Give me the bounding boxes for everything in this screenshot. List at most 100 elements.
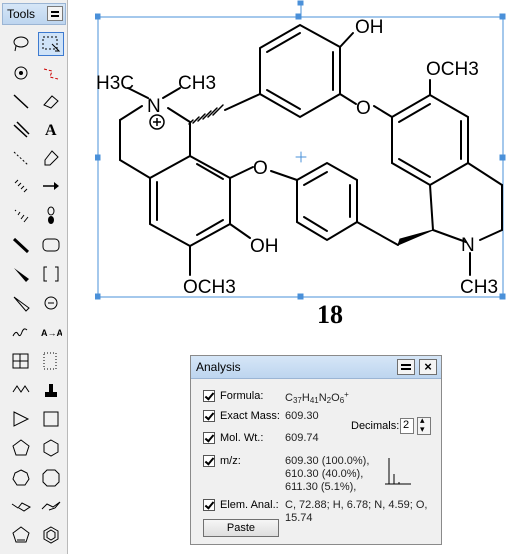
table-tool-button[interactable]: [8, 349, 34, 373]
tools-title: Tools: [7, 7, 36, 21]
atom-label-o-upper[interactable]: O: [356, 98, 371, 119]
atom-label-n-plus[interactable]: N: [147, 96, 161, 117]
marquee-tool-button[interactable]: [38, 32, 64, 56]
atom-label-h3c-left[interactable]: H3C: [96, 73, 134, 94]
bold-bond-tool-icon: [12, 237, 30, 254]
arrow-tool-icon: [43, 182, 59, 190]
rotate-tool-button[interactable]: [8, 61, 34, 85]
wedge-bond-tool-button[interactable]: [8, 262, 34, 286]
atom-map-tool-button[interactable]: A→A: [38, 320, 64, 344]
atom-label-och3-bottom[interactable]: OCH3: [183, 277, 236, 298]
dashed-bond-tool-button[interactable]: [8, 146, 34, 170]
hashed-wedge-tool-icon: [14, 209, 29, 223]
dotted-box-tool-button[interactable]: [38, 349, 64, 373]
octagon-ring-icon: [42, 469, 60, 487]
atom-label-oh-bottom[interactable]: OH: [250, 236, 279, 257]
mz-checkbox[interactable]: [203, 455, 215, 467]
paste-button[interactable]: Paste: [203, 519, 279, 537]
template-tool-button[interactable]: [38, 378, 64, 402]
svg-text:A→A: A→A: [41, 328, 62, 338]
rounded-rect-tool-button[interactable]: [38, 233, 64, 257]
marquee-tool-icon: [42, 36, 61, 52]
bracket-tool-icon: [43, 266, 59, 282]
aromatic-ring-left: [119, 87, 254, 276]
decimals-spinner[interactable]: [417, 415, 431, 435]
rounded-rect-tool-icon: [42, 238, 60, 252]
double-bond-tool-button[interactable]: [8, 117, 34, 141]
octagon-ring-button[interactable]: [38, 466, 64, 490]
cyclohexane-chair-2-icon: [41, 501, 61, 511]
hashed-wedge-bond: [188, 104, 224, 125]
wavy-bond-tool-icon: [12, 328, 28, 337]
double-bond-tool-icon: [13, 121, 30, 138]
decimals-label: Decimals:: [351, 420, 400, 432]
phenylene-ring: [270, 161, 399, 246]
pen-tool-icon: [44, 150, 59, 166]
exact-mass-value: 609.30: [285, 410, 319, 422]
formula-value: C37H41N2O6+: [285, 390, 349, 405]
svg-text:A: A: [45, 122, 57, 139]
square-ring-button[interactable]: [38, 407, 64, 431]
atom-label-o-left[interactable]: O: [253, 158, 268, 179]
analysis-title-bar[interactable]: Analysis ×: [191, 356, 441, 379]
dotted-box-tool-icon: [43, 352, 57, 370]
bold-bond-tool-button[interactable]: [8, 233, 34, 257]
hexagon-ring-icon: [43, 439, 59, 457]
lasso-tool-icon: [13, 36, 29, 52]
bracket-tool-button[interactable]: [38, 262, 64, 286]
lasso-tool-button[interactable]: [8, 32, 34, 56]
hollow-wedge-tool-button[interactable]: [8, 291, 34, 315]
solid-bond-tool-button[interactable]: [8, 89, 34, 113]
wavy-bond-tool-button[interactable]: [8, 320, 34, 344]
dashed-bond-tool-icon: [13, 151, 29, 166]
atom-map-tool-icon: A→A: [41, 328, 62, 338]
solid-bond-tool-icon: [13, 94, 29, 109]
chain-tool-icon: [12, 385, 30, 393]
tools-title-bar[interactable]: Tools: [2, 3, 66, 25]
triangle-ring-button[interactable]: [8, 407, 34, 431]
elem-anal-checkbox[interactable]: [203, 499, 215, 511]
chain-tool-button[interactable]: [8, 378, 34, 402]
analysis-window: Analysis × Formula: C37H41N2O6+ Exact Ma…: [190, 355, 442, 545]
structure-canvas[interactable]: OH OCH3 O H3C CH3 N O OH OCH3 N CH3: [95, 0, 515, 300]
palette-menu-button[interactable]: [47, 6, 63, 21]
cyclopentadiene-icon: [12, 526, 30, 543]
hashed-bond-tool-button[interactable]: [8, 174, 34, 198]
text-tool-button[interactable]: A: [38, 117, 64, 141]
cyclopentadiene-button[interactable]: [8, 523, 34, 547]
heptagon-ring-button[interactable]: [8, 466, 34, 490]
hashed-wedge-tool-button[interactable]: [8, 203, 34, 227]
selection-handles[interactable]: [95, 0, 506, 300]
pentagon-ring-button[interactable]: [8, 436, 34, 460]
elem-anal-label: Elem. Anal.:: [220, 499, 279, 511]
mol-wt-checkbox[interactable]: [203, 432, 215, 444]
compound-number[interactable]: 18: [300, 300, 360, 330]
benzene-ring-button[interactable]: [38, 523, 64, 547]
atom-label-oh-top[interactable]: OH: [355, 17, 384, 38]
decimals-input[interactable]: 2: [400, 418, 414, 434]
aromatic-ring-right: [373, 79, 503, 276]
mz-value-1: 609.30 (100.0%),: [285, 455, 370, 467]
atom-label-ch3-right[interactable]: CH3: [460, 277, 498, 298]
cyclohexane-chair-2-button[interactable]: [38, 494, 64, 518]
cyclohexane-chair-button[interactable]: [8, 494, 34, 518]
window-menu-button[interactable]: [397, 359, 415, 375]
eraser-tool-button[interactable]: [38, 89, 64, 113]
arrow-tool-button[interactable]: [38, 174, 64, 198]
exact-mass-checkbox[interactable]: [203, 410, 215, 422]
atom-label-och3-right[interactable]: OCH3: [426, 59, 479, 80]
pen-tool-button[interactable]: [38, 146, 64, 170]
orbital-tool-icon: [47, 206, 55, 224]
formula-checkbox[interactable]: [203, 390, 215, 402]
close-button[interactable]: ×: [419, 359, 437, 375]
charge-tool-button[interactable]: [38, 291, 64, 315]
rotate-tool-icon: [14, 66, 28, 80]
orbital-tool-button[interactable]: [38, 203, 64, 227]
eraser-bond-tool-button[interactable]: [38, 61, 64, 85]
text-tool-icon: A: [45, 122, 57, 139]
hexagon-ring-button[interactable]: [38, 436, 64, 460]
template-tool-icon: [45, 384, 57, 397]
atom-label-ch3-left[interactable]: CH3: [178, 73, 216, 94]
hashed-bond-tool-icon: [14, 179, 28, 193]
atom-label-n-right[interactable]: N: [461, 235, 475, 256]
